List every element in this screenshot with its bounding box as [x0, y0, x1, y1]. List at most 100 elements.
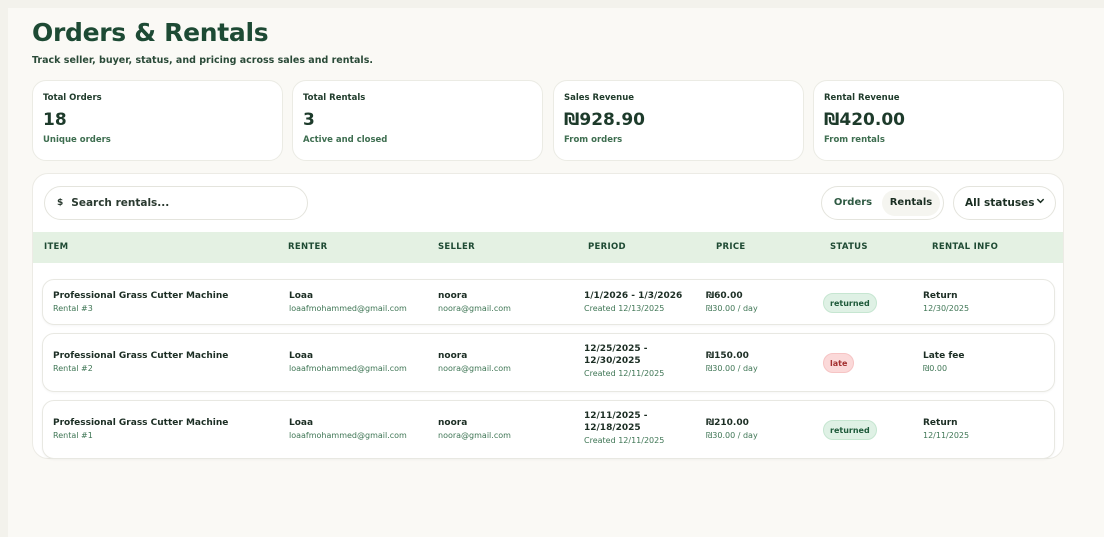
table-row[interactable]: Professional Grass Cutter Machine Rental…: [42, 400, 1055, 459]
search-box[interactable]: $: [44, 186, 308, 220]
item-name: Professional Grass Cutter Machine: [53, 418, 229, 428]
renter-name: Loaa: [289, 291, 314, 301]
period-cell: 12/11/2025 - 12/18/2025 Created 12/11/20…: [584, 410, 664, 447]
stat-label: Total Rentals: [303, 93, 366, 103]
stat-card-sales-revenue: Sales Revenue ₪928.90 From orders: [553, 80, 804, 161]
status-filter-select[interactable]: All statuses: [953, 186, 1056, 220]
period-created: Created 12/11/2025: [584, 436, 665, 445]
item-name: Professional Grass Cutter Machine: [53, 351, 229, 361]
item-rental-id: Rental #3: [53, 304, 93, 313]
stat-value: ₪928.90: [564, 110, 645, 130]
price-cell: ₪150.00 ₪30.00 / day: [706, 350, 758, 375]
column-header-period: PERIOD: [588, 242, 626, 252]
column-header-rental-info: RENTAL INFO: [932, 242, 999, 252]
item-cell: Professional Grass Cutter Machine Rental…: [53, 350, 228, 375]
stat-note: Unique orders: [43, 135, 111, 145]
item-name: Professional Grass Cutter Machine: [53, 291, 229, 301]
rental-info-cell: Return 12/30/2025: [923, 290, 969, 315]
item-cell: Professional Grass Cutter Machine Rental…: [53, 417, 228, 442]
period-range-start: 12/11/2025 -: [584, 411, 648, 421]
price-rate: ₪30.00 / day: [706, 364, 758, 373]
period-range-start: 12/25/2025 -: [584, 344, 648, 354]
page-title: Orders & Rentals: [32, 18, 269, 47]
renter-email: loaafmohammed@gmail.com: [289, 304, 407, 313]
period-range-end: 12/30/2025: [584, 356, 641, 366]
period-cell: 1/1/2026 - 1/3/2026 Created 12/13/2025: [584, 290, 682, 315]
tab-orders[interactable]: Orders: [828, 190, 878, 216]
seller-email: noora@gmail.com: [438, 431, 511, 440]
stat-value: 3: [303, 110, 315, 130]
page: Orders & Rentals Track seller, buyer, st…: [8, 8, 1104, 537]
price-rate: ₪30.00 / day: [706, 431, 758, 440]
status-badge: returned: [823, 420, 877, 440]
rentals-panel: $ Orders Rentals All statuses ITEM RENTE…: [32, 173, 1064, 459]
rental-info-value: 12/30/2025: [923, 304, 970, 313]
stat-value: ₪420.00: [824, 110, 905, 130]
rental-info-value: 12/11/2025: [923, 431, 970, 440]
column-header-seller: SELLER: [438, 242, 475, 252]
stat-note: From rentals: [824, 135, 885, 145]
column-header-price: PRICE: [716, 242, 746, 252]
status-badge: late: [823, 353, 855, 373]
table-row[interactable]: Professional Grass Cutter Machine Rental…: [42, 279, 1055, 325]
renter-cell: Loaa loaafmohammed@gmail.com: [289, 417, 407, 442]
column-header-status: STATUS: [830, 242, 868, 252]
renter-email: loaafmohammed@gmail.com: [289, 364, 407, 373]
tab-rentals[interactable]: Rentals: [882, 190, 940, 216]
period-cell: 12/25/2025 - 12/30/2025 Created 12/11/20…: [584, 343, 664, 380]
period-created: Created 12/11/2025: [584, 369, 665, 378]
rental-info-cell: Late fee ₪0.00: [923, 350, 964, 375]
stat-card-total-orders: Total Orders 18 Unique orders: [32, 80, 283, 161]
price-total: ₪210.00: [706, 418, 749, 428]
search-input[interactable]: [71, 197, 282, 209]
rental-info-cell: Return 12/11/2025: [923, 417, 969, 442]
renter-name: Loaa: [289, 351, 314, 361]
rental-info-label: Late fee: [923, 351, 965, 361]
price-cell: ₪210.00 ₪30.00 / day: [706, 417, 758, 442]
status-filter-value: All statuses: [965, 197, 1035, 209]
seller-email: noora@gmail.com: [438, 304, 511, 313]
page-subtitle: Track seller, buyer, status, and pricing…: [32, 55, 373, 66]
view-toggle: Orders Rentals: [821, 186, 944, 220]
price-total: ₪150.00: [706, 351, 749, 361]
renter-name: Loaa: [289, 418, 314, 428]
status-badge: returned: [823, 293, 877, 313]
search-icon: $: [57, 198, 64, 208]
seller-cell: noora noora@gmail.com: [438, 290, 511, 315]
rental-info-label: Return: [923, 418, 958, 428]
rental-info-label: Return: [923, 291, 958, 301]
seller-cell: noora noora@gmail.com: [438, 417, 511, 442]
stat-card-rental-revenue: Rental Revenue ₪420.00 From rentals: [813, 80, 1064, 161]
table-row[interactable]: Professional Grass Cutter Machine Rental…: [42, 333, 1055, 392]
stat-note: Active and closed: [303, 135, 388, 145]
item-rental-id: Rental #1: [53, 431, 93, 440]
stat-label: Total Orders: [43, 93, 102, 103]
price-total: ₪60.00: [706, 291, 743, 301]
stats-row: Total Orders 18 Unique orders Total Rent…: [32, 80, 1064, 161]
chevron-down-icon: [1036, 196, 1045, 208]
rental-info-value: ₪0.00: [923, 364, 948, 373]
stat-label: Sales Revenue: [564, 93, 635, 103]
item-cell: Professional Grass Cutter Machine Rental…: [53, 290, 228, 315]
table-header: ITEM RENTER SELLER PERIOD PRICE STATUS R…: [33, 232, 1063, 263]
stat-card-total-rentals: Total Rentals 3 Active and closed: [292, 80, 543, 161]
seller-email: noora@gmail.com: [438, 364, 511, 373]
renter-cell: Loaa loaafmohammed@gmail.com: [289, 290, 407, 315]
price-cell: ₪60.00 ₪30.00 / day: [706, 290, 758, 315]
column-header-renter: RENTER: [288, 242, 328, 252]
renter-cell: Loaa loaafmohammed@gmail.com: [289, 350, 407, 375]
seller-cell: noora noora@gmail.com: [438, 350, 511, 375]
seller-name: noora: [438, 418, 468, 428]
price-rate: ₪30.00 / day: [706, 304, 758, 313]
stat-value: 18: [43, 110, 67, 130]
renter-email: loaafmohammed@gmail.com: [289, 431, 407, 440]
period-range-end: 12/18/2025: [584, 423, 641, 433]
column-header-item: ITEM: [44, 242, 69, 252]
period-created: Created 12/13/2025: [584, 304, 665, 313]
item-rental-id: Rental #2: [53, 364, 93, 373]
seller-name: noora: [438, 291, 468, 301]
stat-note: From orders: [564, 135, 623, 145]
seller-name: noora: [438, 351, 468, 361]
period-range: 1/1/2026 - 1/3/2026: [584, 291, 683, 301]
stat-label: Rental Revenue: [824, 93, 900, 103]
